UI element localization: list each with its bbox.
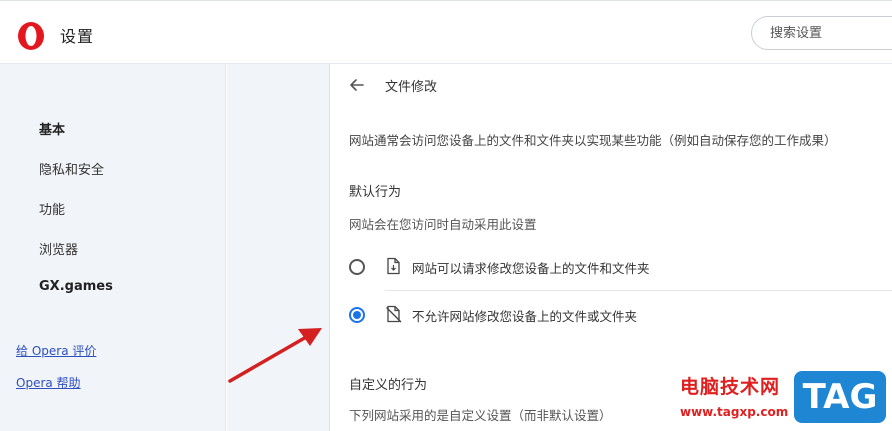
page-description: 网站通常会访问您设备上的文件和文件夹以实现某些功能（例如自动保存您的工作成果）	[349, 133, 837, 148]
default-behavior-subtitle: 网站会在您访问时自动采用此设置	[349, 217, 537, 232]
file-edit-off-icon	[386, 305, 402, 323]
radio-allow[interactable]	[349, 259, 365, 275]
watermark-text: 电脑技术网	[680, 376, 781, 398]
back-arrow-icon[interactable]	[347, 75, 367, 95]
custom-behavior-heading: 自定义的行为	[349, 378, 428, 393]
sidebar: 基本 隐私和安全 功能 浏览器 GX.games 给 Opera 评价 Oper…	[0, 64, 226, 431]
opera-logo-icon[interactable]	[16, 21, 46, 51]
radio-block[interactable]	[349, 307, 365, 323]
annotation-arrow-icon	[228, 328, 322, 383]
app-title: 设置	[60, 27, 95, 46]
option-allow-label: 网站可以请求修改您设备上的文件和文件夹	[412, 261, 650, 276]
option-divider	[385, 290, 892, 291]
search-input[interactable]	[751, 16, 892, 50]
option-block-label: 不允许网站修改您设备上的文件或文件夹	[412, 309, 638, 324]
watermark-tag-logo: TAG	[794, 371, 886, 423]
sidebar-item-browser[interactable]: 浏览器	[39, 239, 78, 258]
sidebar-item-features[interactable]: 功能	[39, 199, 65, 218]
rate-opera-link[interactable]: 给 Opera 评价	[16, 342, 96, 359]
option-allow-file-edit[interactable]: 网站可以请求修改您设备上的文件和文件夹	[330, 246, 892, 286]
custom-behavior-subtitle: 下列网站采用的是自定义设置（而非默认设置）	[349, 408, 612, 423]
opera-help-link[interactable]: Opera 帮助	[16, 374, 81, 391]
watermark-url: www.tagxp.com	[680, 405, 789, 419]
sidebar-item-privacy-security[interactable]: 隐私和安全	[39, 159, 104, 178]
option-block-file-edit[interactable]: 不允许网站修改您设备上的文件或文件夹	[330, 294, 892, 334]
file-edit-icon	[387, 257, 400, 275]
sidebar-item-gx-games[interactable]: GX.games	[39, 279, 113, 294]
default-behavior-heading: 默认行为	[349, 185, 402, 200]
sidebar-item-basic[interactable]: 基本	[39, 119, 65, 138]
page-title: 文件修改	[385, 80, 438, 95]
top-bar: 设置	[0, 0, 892, 64]
